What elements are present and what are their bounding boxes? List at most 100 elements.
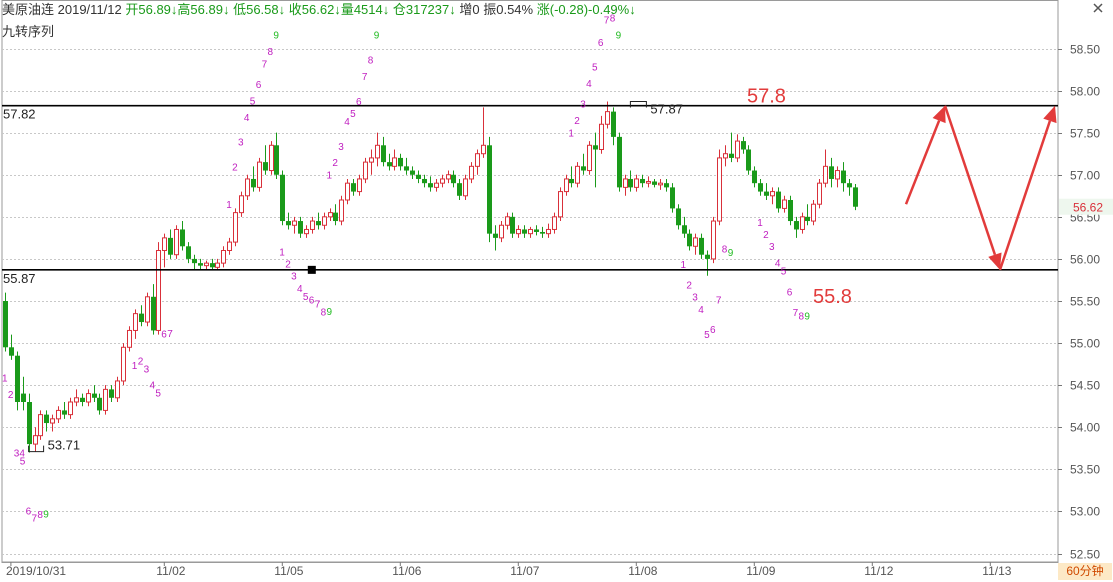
candle-body	[770, 191, 775, 197]
candle-body	[251, 178, 256, 188]
candle-body	[192, 258, 197, 264]
candle-body	[333, 212, 338, 222]
candle-body	[469, 165, 474, 180]
x-tick-label: 11/13	[982, 564, 1011, 578]
high-bracket	[629, 101, 647, 108]
candle-body	[611, 111, 616, 137]
candle-body	[811, 203, 816, 222]
td-count-label: 1	[279, 247, 285, 258]
forecast-arrows: 57.8 55.8	[747, 85, 1057, 308]
candle-body	[204, 262, 209, 267]
td-count-label: 6	[598, 38, 604, 49]
candle-body	[693, 237, 698, 247]
x-tick-label: 11/06	[392, 564, 421, 578]
low-bracket	[28, 445, 45, 453]
td-count-label: 3	[238, 138, 244, 149]
candle-body	[705, 254, 710, 259]
candle-body	[86, 393, 91, 403]
x-axis: 2019/10/31 11/02 11/05 11/06 11/07 11/08 11/09…	[2, 561, 1058, 578]
forecast-rebound-arrow-shaft	[998, 120, 1052, 271]
candle-body	[723, 153, 728, 159]
target-high-label: 57.8	[747, 85, 786, 107]
td-count-label: 2	[285, 259, 291, 270]
td-count-label: 4	[244, 113, 250, 124]
td-count-label: 6	[787, 287, 793, 298]
candle-body	[835, 170, 840, 180]
td-count-label: 7	[167, 329, 173, 340]
y-tick-label: 56.00	[1070, 253, 1100, 267]
candle-body	[139, 313, 144, 323]
td-count-label: 9	[273, 31, 279, 42]
td-count-label: 1	[681, 260, 687, 271]
candle-body	[33, 435, 38, 445]
x-tick-label: 11/02	[156, 564, 185, 578]
low-price-label: 53.71	[48, 438, 81, 453]
td-count-label: 2	[763, 230, 769, 241]
forecast-up-arrow-head	[932, 105, 946, 124]
candle-body	[221, 250, 226, 264]
price-chart[interactable]: 57.8255.87 53.7157.87 1234567 8 91 23456 712…	[0, 0, 1113, 582]
last-price-label: 56.62	[1073, 201, 1103, 215]
candle-body	[274, 145, 279, 175]
td-count-label: 2	[232, 162, 238, 173]
candle-body	[853, 187, 858, 207]
candle-body	[387, 162, 392, 167]
candle-body	[97, 397, 102, 411]
candle-body	[398, 157, 403, 167]
period-tab[interactable]: 60分钟	[1058, 563, 1112, 580]
td-count-label: 1	[2, 374, 8, 385]
candle-body	[310, 220, 315, 230]
candle-body	[823, 165, 828, 184]
td-count-label: 3	[580, 100, 586, 111]
chart-container: 美原油连 2019/11/12 开56.89↓高56.89↓ 低56.58↓ 收…	[0, 0, 1113, 582]
candle-body	[729, 153, 734, 158]
candle-body	[776, 191, 781, 209]
td-count-label: 3	[291, 272, 297, 283]
candle-body	[434, 182, 439, 188]
candle-body	[752, 170, 757, 184]
candle-body	[239, 195, 244, 214]
x-tick-label: 11/05	[274, 564, 303, 578]
td-count-label: 2	[686, 281, 692, 292]
candle-body	[800, 216, 805, 230]
candle-body	[280, 174, 285, 222]
candle-body	[475, 153, 480, 167]
candle-body	[162, 237, 167, 251]
candle-body	[38, 414, 43, 437]
candle-body	[569, 178, 574, 184]
forecast-rebound-arrow-head	[1043, 105, 1057, 124]
candle-body	[499, 224, 504, 239]
candle-body	[186, 246, 191, 259]
candle-body	[233, 212, 238, 243]
candle-body	[593, 145, 598, 150]
td-count-label: 5	[250, 96, 256, 107]
candle-body	[805, 216, 810, 222]
candle-body	[505, 216, 510, 226]
candle-body	[404, 166, 409, 171]
candle-body	[50, 418, 55, 424]
y-tick-label: 57.50	[1070, 127, 1100, 141]
support-marker	[307, 265, 316, 274]
candle-body	[357, 178, 362, 193]
x-tick-label: 11/09	[746, 564, 775, 578]
candle-body	[80, 397, 85, 402]
td-count-label: 1	[226, 200, 232, 211]
candle-body	[676, 208, 681, 226]
candle-body	[375, 144, 380, 159]
candle-body	[174, 228, 179, 256]
candle-body	[682, 225, 687, 234]
td-count-label: 6	[710, 325, 716, 336]
candle-body	[345, 182, 350, 201]
candle-body	[451, 174, 456, 184]
td-count-label: 6	[256, 80, 262, 91]
candle-body	[534, 229, 539, 232]
candle-body	[316, 221, 321, 226]
candle-body	[817, 182, 822, 205]
candle-body	[581, 166, 586, 171]
candle-body	[711, 220, 716, 260]
candle-body	[687, 233, 692, 247]
candle-body	[74, 397, 79, 403]
candle-body	[151, 296, 156, 331]
td-count-label: 4	[586, 79, 592, 90]
td-count-label: 7	[716, 295, 722, 306]
